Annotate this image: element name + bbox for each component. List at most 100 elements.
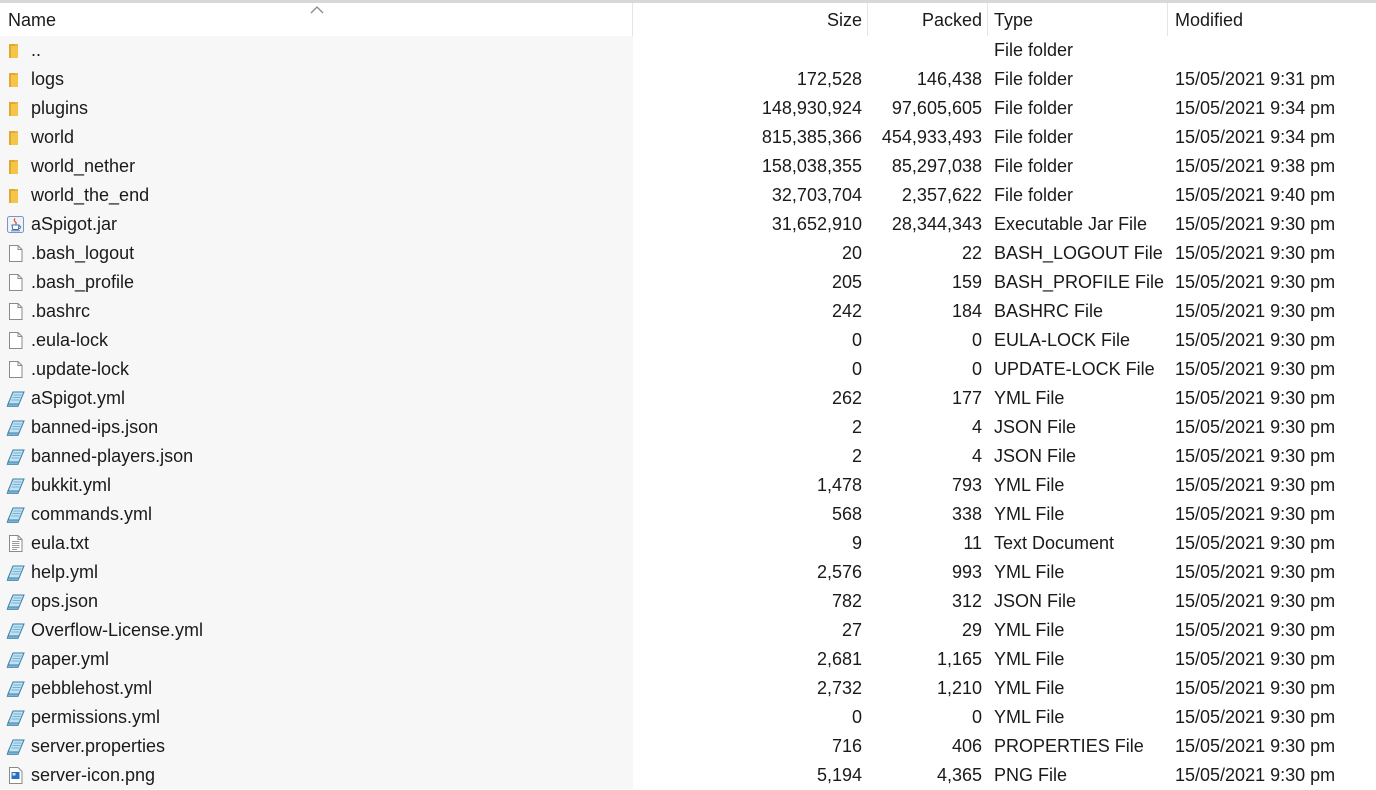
file-size: 1,478 <box>816 475 862 495</box>
file-row[interactable]: permissions.yml 0 0 YML File 15/05/2021 9:30… <box>0 703 1376 732</box>
file-size: 568 <box>831 504 862 524</box>
file-modified-date: 15/05/2021 9:30 pm <box>1175 707 1336 727</box>
file-type: UPDATE-LOCK File <box>994 359 1155 379</box>
file-row[interactable]: .update-lock 0 0 UPDATE-LOCK File 15/05/2021… <box>0 355 1376 384</box>
column-header-packed[interactable]: Packed <box>922 3 982 36</box>
file-name: bukkit.yml <box>31 475 112 495</box>
file-row[interactable]: help.yml 2,576 993 YML File 15/05/2021 9:30 … <box>0 558 1376 587</box>
file-row[interactable]: world_the_end 32,703,704 2,357,622 File fol… <box>0 181 1376 210</box>
file-size: 0 <box>851 359 862 379</box>
file-size: 782 <box>831 591 862 611</box>
file-packed-size: 146,438 <box>916 69 982 89</box>
file-list: .. File folder logs 172,528 146,438 File fold… <box>0 36 1376 790</box>
file-row[interactable]: aSpigot.jar 31,652,910 28,344,343 Executabl… <box>0 210 1376 239</box>
file-row[interactable]: world_nether 158,038,355 85,297,038 File fo… <box>0 152 1376 181</box>
file-name: .bashrc <box>31 301 91 321</box>
file-size: 2,681 <box>816 649 862 669</box>
file-row[interactable]: .bash_profile 205 159 BASH_PROFILE File 15/0… <box>0 268 1376 297</box>
column-separator[interactable] <box>632 3 633 36</box>
file-name: Overflow-License.yml <box>31 620 204 640</box>
column-separator[interactable] <box>1167 3 1168 36</box>
notepad-file-icon <box>6 505 25 524</box>
file-modified-date: 15/05/2021 9:30 pm <box>1175 678 1336 698</box>
file-row[interactable]: Overflow-License.yml 27 29 YML File 15/05/20… <box>0 616 1376 645</box>
file-name: ops.json <box>31 591 99 611</box>
column-separator[interactable] <box>987 3 988 36</box>
file-size: 31,652,910 <box>771 214 862 234</box>
file-size: 32,703,704 <box>771 185 862 205</box>
file-size: 0 <box>851 707 862 727</box>
file-size: 2,732 <box>816 678 862 698</box>
file-modified-date: 15/05/2021 9:30 pm <box>1175 649 1336 669</box>
file-modified-date: 15/05/2021 9:30 pm <box>1175 359 1336 379</box>
file-modified-date: 15/05/2021 9:30 pm <box>1175 620 1336 640</box>
file-modified-date: 15/05/2021 9:30 pm <box>1175 533 1336 553</box>
file-row[interactable]: bukkit.yml 1,478 793 YML File 15/05/2021 9:3… <box>0 471 1376 500</box>
file-row[interactable]: .bash_logout 20 22 BASH_LOGOUT File 15/05/20… <box>0 239 1376 268</box>
file-name: .bash_logout <box>31 243 135 263</box>
column-header-type[interactable]: Type <box>994 3 1033 36</box>
file-row[interactable]: banned-ips.json 2 4 JSON File 15/05/2021 9:3… <box>0 413 1376 442</box>
column-separator[interactable] <box>867 3 868 36</box>
file-row[interactable]: banned-players.json 2 4 JSON File 15/05/2021… <box>0 442 1376 471</box>
file-size: 815,385,366 <box>761 127 862 147</box>
file-row[interactable]: eula.txt 9 11 Text Document 15/05/2021 9:30 … <box>0 529 1376 558</box>
file-row[interactable]: world 815,385,366 454,933,493 File folder 15… <box>0 123 1376 152</box>
column-header-size[interactable]: Size <box>827 3 862 36</box>
file-packed-size: 1,210 <box>936 678 982 698</box>
image-file-icon <box>6 766 25 785</box>
file-row[interactable]: server.properties 716 406 PROPERTIES File 15… <box>0 732 1376 761</box>
file-type: File folder <box>994 40 1074 60</box>
file-modified-date: 15/05/2021 9:30 pm <box>1175 417 1336 437</box>
file-packed-size: 993 <box>951 562 982 582</box>
file-name: aSpigot.yml <box>31 388 126 408</box>
file-modified-date: 15/05/2021 9:30 pm <box>1175 243 1336 263</box>
file-type: BASH_PROFILE File <box>994 272 1165 292</box>
file-row[interactable]: aSpigot.yml 262 177 YML File 15/05/2021 9:30… <box>0 384 1376 413</box>
file-row[interactable]: paper.yml 2,681 1,165 YML File 15/05/2021 9:… <box>0 645 1376 674</box>
file-row[interactable]: plugins 148,930,924 97,605,605 File folder 1… <box>0 94 1376 123</box>
file-packed-size: 0 <box>971 330 982 350</box>
file-name: .bash_profile <box>31 272 135 292</box>
file-name: pebblehost.yml <box>31 678 153 698</box>
notepad-file-icon <box>6 447 25 466</box>
file-row[interactable]: logs 172,528 146,438 File folder 15/05/2021 … <box>0 65 1376 94</box>
notepad-file-icon <box>6 650 25 669</box>
file-size: 172,528 <box>796 69 862 89</box>
file-row[interactable]: commands.yml 568 338 YML File 15/05/2021 9:3… <box>0 500 1376 529</box>
java-jar-icon <box>6 215 25 234</box>
file-modified-date: 15/05/2021 9:30 pm <box>1175 388 1336 408</box>
file-packed-size: 28,344,343 <box>891 214 982 234</box>
file-type: PROPERTIES File <box>994 736 1144 756</box>
blank-file-icon <box>6 360 25 379</box>
file-type: File folder <box>994 69 1074 89</box>
file-packed-size: 22 <box>961 243 982 263</box>
folder-icon <box>6 41 25 60</box>
file-packed-size: 338 <box>951 504 982 524</box>
file-row[interactable]: server-icon.png 5,194 4,365 PNG File 15/05/2… <box>0 761 1376 790</box>
column-header-modified[interactable]: Modified <box>1175 3 1243 36</box>
file-packed-size: 0 <box>971 359 982 379</box>
file-name: server-icon.png <box>31 765 156 785</box>
file-row[interactable]: ops.json 782 312 JSON File 15/05/2021 9:30 p… <box>0 587 1376 616</box>
file-name: world_the_end <box>31 185 150 205</box>
file-row[interactable]: .. File folder <box>0 36 1376 65</box>
file-size: 2,576 <box>816 562 862 582</box>
file-name: commands.yml <box>31 504 153 524</box>
file-modified-date: 15/05/2021 9:30 pm <box>1175 446 1336 466</box>
notepad-file-icon <box>6 679 25 698</box>
file-type: Text Document <box>994 533 1115 553</box>
file-packed-size: 159 <box>951 272 982 292</box>
file-type: BASHRC File <box>994 301 1104 321</box>
file-packed-size: 1,165 <box>936 649 982 669</box>
file-modified-date: 15/05/2021 9:30 pm <box>1175 591 1336 611</box>
file-type: YML File <box>994 388 1065 408</box>
blank-file-icon <box>6 302 25 321</box>
column-header-name[interactable]: Name <box>8 3 56 36</box>
file-type: PNG File <box>994 765 1068 785</box>
file-row[interactable]: .bashrc 242 184 BASHRC File 15/05/2021 9:30 … <box>0 297 1376 326</box>
file-modified-date: 15/05/2021 9:30 pm <box>1175 504 1336 524</box>
file-row[interactable]: pebblehost.yml 2,732 1,210 YML File 15/05/20… <box>0 674 1376 703</box>
file-type: YML File <box>994 562 1065 582</box>
file-row[interactable]: .eula-lock 0 0 EULA-LOCK File 15/05/2021 9:3… <box>0 326 1376 355</box>
